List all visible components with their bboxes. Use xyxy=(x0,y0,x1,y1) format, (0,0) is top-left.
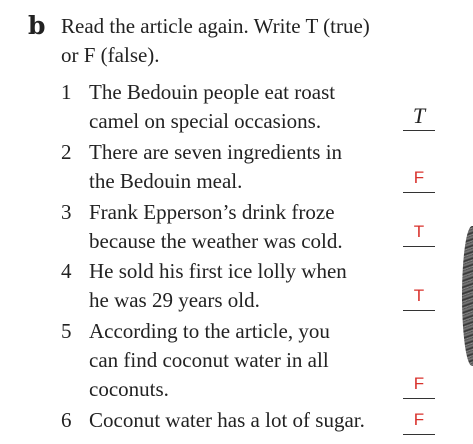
answer-value: F xyxy=(413,410,425,429)
statement-line: He sold his first ice lolly when xyxy=(89,259,347,283)
item-number: 2 xyxy=(61,140,72,164)
answer-box-4[interactable]: T xyxy=(403,284,435,311)
statement-line: the Bedouin meal. xyxy=(89,169,243,193)
statement-line: can find coconut water in all xyxy=(89,348,329,372)
statement-item-1: 1 The Bedouin people eat roast camel on … xyxy=(61,80,401,138)
answer-value: T xyxy=(412,103,426,128)
statement-line: coconuts. xyxy=(89,377,169,401)
exercise-label: b xyxy=(28,11,46,40)
item-number: 1 xyxy=(61,80,72,104)
statement-line: According to the article, you xyxy=(89,319,330,343)
statement-line: The Bedouin people eat roast xyxy=(89,80,336,104)
statement-item-4: 4 He sold his first ice lolly when he wa… xyxy=(61,259,401,317)
statement-item-2: 2 There are seven ingredients in the Bed… xyxy=(61,140,401,198)
answer-box-1[interactable]: T xyxy=(403,104,435,131)
statement-line: There are seven ingredients in xyxy=(89,140,343,164)
instruction-line-2: or F (false). xyxy=(61,43,160,67)
item-number: 3 xyxy=(61,200,72,224)
cropped-photo-edge xyxy=(462,226,473,366)
answer-value: T xyxy=(413,286,425,305)
item-number: 4 xyxy=(61,259,72,283)
answer-value: T xyxy=(413,222,425,241)
statement-item-5: 5 According to the article, you can find… xyxy=(61,319,401,406)
statement-line: Coconut water has a lot of sugar. xyxy=(89,408,365,432)
item-number: 5 xyxy=(61,319,72,343)
statement-line: because the weather was cold. xyxy=(89,229,343,253)
answer-box-5[interactable]: F xyxy=(403,372,435,399)
instruction-line-1: Read the article again. Write T (true) xyxy=(61,14,370,38)
answer-value: F xyxy=(413,374,425,393)
statement-item-3: 3 Frank Epperson’s drink froze because t… xyxy=(61,200,401,258)
answer-box-2[interactable]: F xyxy=(403,166,435,193)
statement-line: he was 29 years old. xyxy=(89,288,260,312)
exercise-instructions: Read the article again. Write T (true) o… xyxy=(61,12,441,70)
answer-value: F xyxy=(413,168,425,187)
answer-box-3[interactable]: T xyxy=(403,220,435,247)
statement-line: camel on special occasions. xyxy=(89,109,322,133)
answer-box-6[interactable]: F xyxy=(403,408,435,435)
item-number: 6 xyxy=(61,408,72,432)
statement-item-6: 6 Coconut water has a lot of sugar. xyxy=(61,408,401,437)
statement-line: Frank Epperson’s drink froze xyxy=(89,200,335,224)
